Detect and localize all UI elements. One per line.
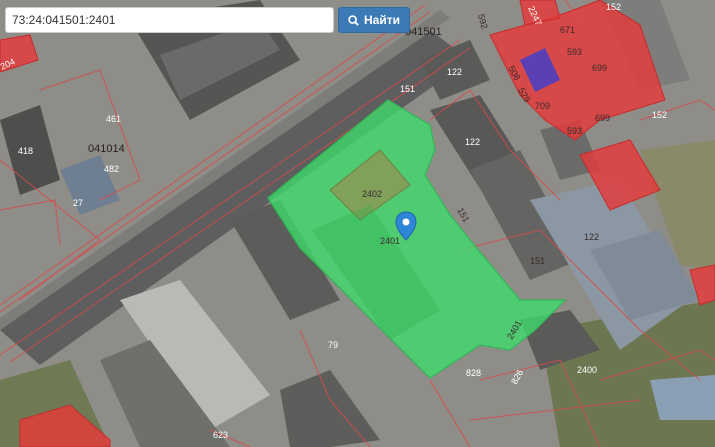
parcel-label: 671 bbox=[560, 25, 575, 35]
parcel-label: 418 bbox=[18, 146, 33, 156]
parcel-label: 122 bbox=[447, 67, 462, 77]
cadastral-map[interactable]: 041501 041014 2401 2402 2401 122 122 122… bbox=[0, 0, 715, 447]
parcel-label: 27 bbox=[73, 198, 83, 208]
search-icon bbox=[348, 14, 359, 26]
quarter-label: 041501 bbox=[405, 26, 442, 38]
parcel-label: 2401 bbox=[380, 236, 400, 246]
search-bar: Найти bbox=[5, 7, 410, 33]
parcel-label: 828 bbox=[466, 368, 481, 378]
parcel-label: 461 bbox=[106, 114, 121, 124]
find-button[interactable]: Найти bbox=[338, 7, 410, 33]
parcel-label: 79 bbox=[328, 340, 338, 350]
quarter-label: 041014 bbox=[88, 143, 125, 155]
parcel-label: 593 bbox=[567, 126, 582, 136]
parcel-label: 152 bbox=[606, 2, 621, 12]
parcel-label: 593 bbox=[567, 47, 582, 57]
find-button-label: Найти bbox=[364, 13, 400, 27]
parcel-label: 151 bbox=[400, 84, 415, 94]
parcel-label: 122 bbox=[465, 137, 480, 147]
parcel-label: 122 bbox=[584, 232, 599, 242]
parcel-label: 699 bbox=[592, 63, 607, 73]
parcel-label: 623 bbox=[213, 430, 228, 440]
parcel-label: 699 bbox=[595, 113, 610, 123]
parcel-label: 482 bbox=[104, 164, 119, 174]
parcel-label: 2402 bbox=[362, 189, 382, 199]
parcel-label: 152 bbox=[652, 110, 667, 120]
parcel-label: 2400 bbox=[577, 365, 597, 375]
cadastral-search-input[interactable] bbox=[5, 7, 334, 33]
parcel-label: 151 bbox=[530, 256, 545, 266]
parcel-label: 709 bbox=[535, 101, 550, 111]
building bbox=[650, 375, 715, 420]
